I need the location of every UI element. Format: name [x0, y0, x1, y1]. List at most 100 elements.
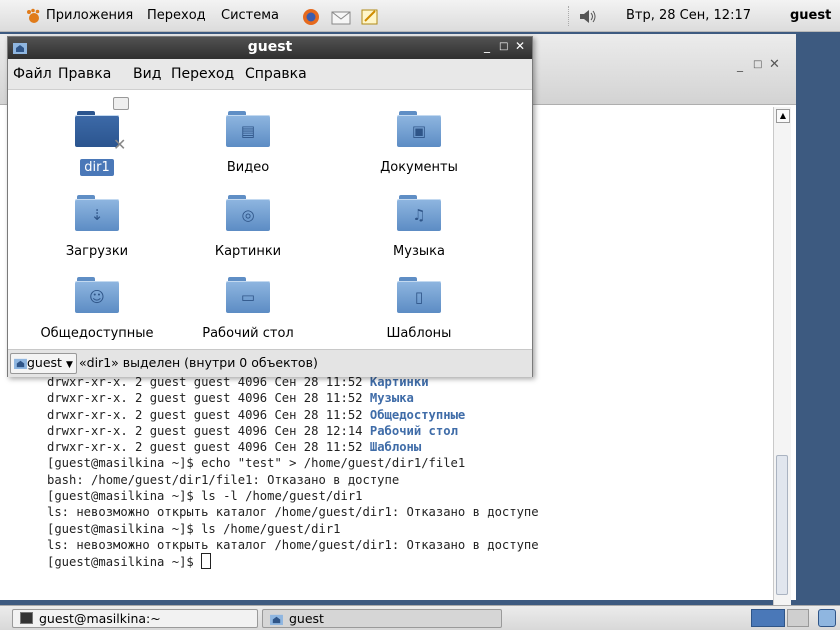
task-file-manager[interactable]: guest: [262, 609, 502, 628]
trash-icon[interactable]: [818, 609, 836, 627]
terminal-line: drwxr-xr-x. 2 guest guest 4096 Сен 28 11…: [47, 408, 465, 422]
folder-label: Общедоступные: [40, 326, 154, 341]
terminal-line: drwxr-xr-x. 2 guest guest 4096 Сен 28 11…: [47, 440, 421, 454]
folder-label: Загрузки: [65, 244, 129, 259]
folder-emblem-icon: ▤: [240, 122, 256, 140]
menu-item[interactable]: Справка: [245, 66, 307, 82]
folder-item[interactable]: ✕ dir1: [22, 97, 172, 176]
maximize-icon[interactable]: □: [753, 59, 762, 70]
minimize-icon[interactable]: _: [484, 39, 490, 53]
terminal-line: drwxr-xr-x. 2 guest guest 4096 Сен 28 11…: [47, 391, 414, 405]
status-text: «dir1» выделен (внутри 0 объектов): [79, 355, 318, 370]
terminal-line-text: [guest@masilkina ~]$ ls -l /home/guest/d…: [47, 489, 363, 504]
menu-item[interactable]: Переход: [171, 66, 234, 82]
home-folder-icon: [14, 358, 27, 369]
workspace-2[interactable]: [787, 609, 809, 627]
menu-bar: Файл Правка Вид Переход Справка: [8, 59, 532, 90]
terminal-line: drwxr-xr-x. 2 guest guest 4096 Сен 28 11…: [47, 375, 429, 389]
documents-folder-icon: ▣: [397, 111, 441, 147]
terminal-scrollbar[interactable]: ▲ ▼: [773, 107, 791, 622]
folder-label: dir1: [80, 159, 114, 176]
terminal-dir-name: Картинки: [369, 375, 429, 389]
video-folder-icon: ▤: [226, 111, 270, 147]
folder-label: Документы: [380, 160, 458, 175]
pictures-folder-icon: ◎: [226, 195, 270, 231]
menu-item[interactable]: Файл: [13, 66, 52, 82]
terminal-line: [guest@masilkina ~]$: [47, 553, 212, 570]
terminal-line-text: drwxr-xr-x. 2 guest guest 4096 Сен 28 11…: [47, 440, 370, 455]
terminal-line: [guest@masilkina ~]$ echo "test" > /home…: [47, 456, 465, 470]
folder-item[interactable]: ▣ Документы: [344, 111, 494, 176]
clock[interactable]: Втр, 28 Сен, 12:17: [626, 0, 751, 32]
folder-emblem-icon: ▯: [414, 288, 424, 306]
mail-client-icon[interactable]: [331, 8, 351, 26]
terminal-line-text: drwxr-xr-x. 2 guest guest 4096 Сен 28 12…: [47, 423, 370, 438]
minimize-icon[interactable]: _: [737, 58, 743, 72]
applications-menu[interactable]: Приложения: [46, 0, 133, 32]
folder-emblem-icon: ⇣: [90, 206, 104, 224]
folder-label: Рабочий стол: [202, 326, 294, 341]
folder-emblem-icon: ☺: [89, 288, 105, 306]
file-manager-window: guest _ □ ✕ Файл Правка Вид Переход Справка …: [7, 36, 533, 377]
no-access-icon: ✕: [113, 135, 127, 154]
terminal-line: ls: невозможно открыть каталог /home/gue…: [47, 538, 539, 552]
music-folder-icon: ♫: [397, 195, 441, 231]
text-editor-icon[interactable]: [361, 8, 379, 26]
terminal-line-text: bash: /home/guest/dir1/file1: Отказано в…: [47, 472, 400, 487]
terminal-line-text: ls: невозможно открыть каталог /home/gue…: [47, 537, 539, 552]
status-bar: guest ▼ «dir1» выделен (внутри 0 объекто…: [8, 349, 532, 377]
folder-item[interactable]: ◎ Картинки: [173, 195, 323, 260]
folder-emblem-icon: ▭: [240, 288, 256, 306]
lock-icon: [113, 97, 129, 110]
folder-label: Видео: [226, 160, 270, 175]
system-menu[interactable]: Система: [221, 0, 279, 32]
location-button[interactable]: guest ▼: [10, 353, 77, 374]
file-manager-titlebar[interactable]: guest _ □ ✕: [8, 37, 532, 59]
user-menu[interactable]: guest: [790, 0, 831, 32]
terminal-dir-name: Музыка: [369, 391, 414, 406]
terminal-line-text: drwxr-xr-x. 2 guest guest 4096 Сен 28 11…: [47, 375, 370, 389]
maximize-icon[interactable]: □: [499, 41, 508, 52]
terminal-line-text: ls: невозможно открыть каталог /home/gue…: [47, 505, 539, 520]
menu-item[interactable]: Вид: [133, 66, 161, 82]
volume-icon[interactable]: [579, 8, 597, 25]
terminal-line-text: drwxr-xr-x. 2 guest guest 4096 Сен 28 11…: [47, 407, 370, 422]
locked-folder-icon: ✕: [75, 97, 129, 154]
gnome-foot-icon[interactable]: [25, 8, 42, 25]
terminal-line: [guest@masilkina ~]$ ls -l /home/guest/d…: [47, 489, 363, 503]
chevron-down-icon: ▼: [65, 360, 73, 370]
downloads-folder-icon: ⇣: [75, 195, 119, 231]
firefox-icon[interactable]: [302, 8, 320, 26]
places-menu[interactable]: Переход: [147, 0, 206, 32]
folder-emblem-icon: ◎: [241, 206, 255, 224]
window-title: guest: [247, 39, 293, 55]
folder-item[interactable]: ▭ Рабочий стол: [173, 277, 323, 342]
workspace-switcher[interactable]: [751, 609, 785, 627]
location-label: guest: [27, 355, 62, 370]
terminal-line-text: [guest@masilkina ~]$ echo "test" > /home…: [47, 456, 466, 471]
task-terminal[interactable]: guest@masilkina:~: [12, 609, 258, 628]
folder-label: Музыка: [393, 244, 445, 259]
panel-separator: [568, 6, 573, 26]
menu-item[interactable]: Правка: [58, 66, 111, 82]
terminal-line: ls: невозможно открыть каталог /home/gue…: [47, 505, 539, 519]
folder-item[interactable]: ▤ Видео: [173, 111, 323, 176]
folder-item[interactable]: ♫ Музыка: [344, 195, 494, 260]
desktop-folder-icon: ▭: [226, 277, 270, 313]
bottom-panel: guest@masilkina:~ guest: [0, 605, 840, 630]
top-panel: Приложения Переход Система Втр, 28 Сен, …: [0, 0, 840, 32]
folder-emblem-icon: ▣: [411, 122, 427, 140]
close-icon[interactable]: ✕: [769, 57, 780, 72]
terminal-line-text: [guest@masilkina ~]$ ls /home/guest/dir1: [47, 521, 341, 536]
folder-item[interactable]: ⇣ Загрузки: [22, 195, 172, 260]
terminal-icon: [20, 612, 33, 624]
terminal-output[interactable]: drwxr-xr-x. 2 guest guest 4096 Сен 28 11…: [47, 374, 772, 571]
scrollbar-thumb[interactable]: [776, 455, 788, 595]
folder-item[interactable]: ▯ Шаблоны: [344, 277, 494, 342]
close-icon[interactable]: ✕: [515, 39, 525, 53]
terminal-line-text: [guest@masilkina ~]$: [47, 555, 202, 570]
task-label: guest: [289, 611, 324, 626]
templates-folder-icon: ▯: [397, 277, 441, 313]
folder-item[interactable]: ☺ Общедоступные: [22, 277, 172, 342]
scroll-up-icon[interactable]: ▲: [776, 109, 790, 123]
